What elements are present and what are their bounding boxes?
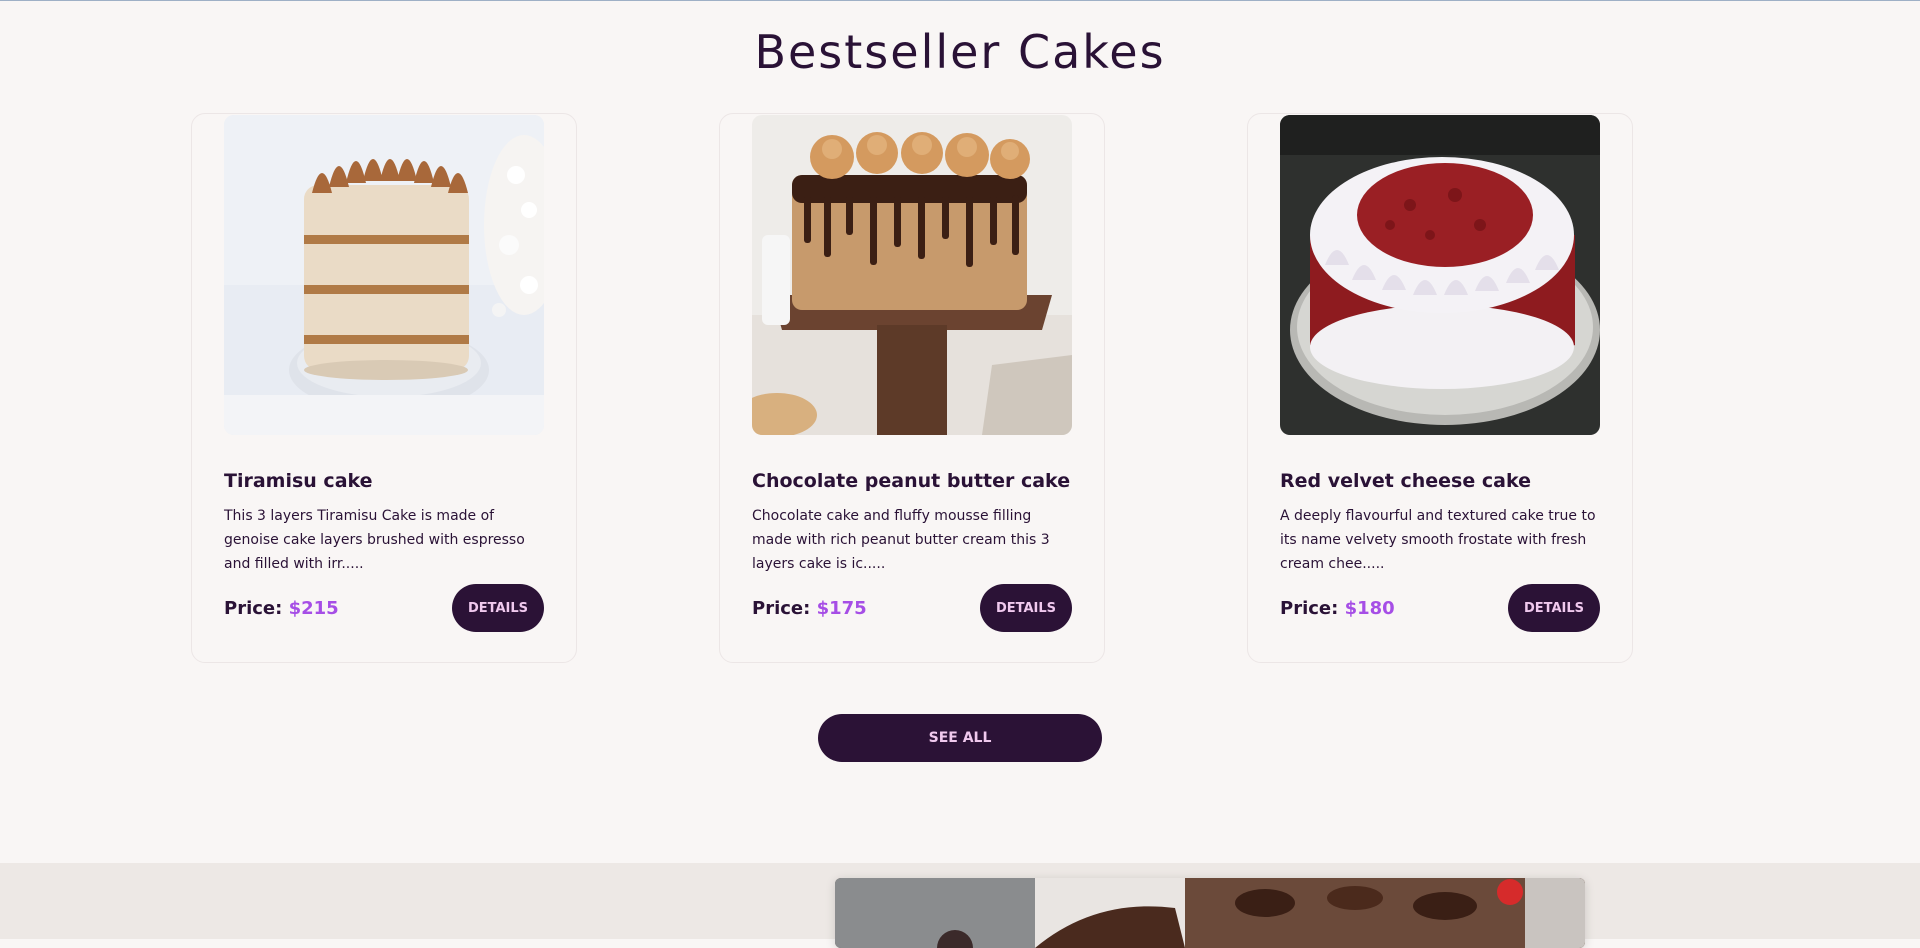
- card-title: Red velvet cheese cake: [1280, 470, 1531, 492]
- price-row: Price: $215: [224, 598, 339, 619]
- card-description: Chocolate cake and fluffy mousse filling…: [752, 508, 1050, 572]
- next-section: [0, 863, 1920, 948]
- product-card-tiramisu: Tiramisu cake This 3 layers Tiramisu Cak…: [191, 113, 577, 663]
- red-velvet-cheese-cake-image[interactable]: [1280, 115, 1600, 435]
- price-value: $215: [288, 598, 339, 619]
- card-title: Tiramisu cake: [224, 470, 373, 492]
- product-card-chocolate-peanut-butter: Chocolate peanut butter cake Chocolate c…: [719, 113, 1105, 663]
- price-label: Price:: [224, 598, 283, 619]
- details-button[interactable]: DETAILS: [452, 584, 544, 632]
- tiramisu-cake-image[interactable]: [224, 115, 544, 435]
- see-all-button[interactable]: SEE ALL: [818, 714, 1102, 762]
- price-row: Price: $180: [1280, 598, 1395, 619]
- price-label: Price:: [752, 598, 811, 619]
- price-value: $175: [816, 598, 867, 619]
- card-description: This 3 layers Tiramisu Cake is made of g…: [224, 508, 525, 572]
- chocolate-peanut-butter-cake-image[interactable]: [752, 115, 1072, 435]
- price-label: Price:: [1280, 598, 1339, 619]
- price-value: $180: [1344, 598, 1395, 619]
- details-button[interactable]: DETAILS: [980, 584, 1072, 632]
- card-description: A deeply flavourful and textured cake tr…: [1280, 508, 1596, 572]
- price-row: Price: $175: [752, 598, 867, 619]
- details-button[interactable]: DETAILS: [1508, 584, 1600, 632]
- card-title: Chocolate peanut butter cake: [752, 470, 1071, 492]
- product-card-red-velvet: Red velvet cheese cake A deeply flavourf…: [1247, 113, 1633, 663]
- section-title: Bestseller Cakes: [754, 25, 1166, 79]
